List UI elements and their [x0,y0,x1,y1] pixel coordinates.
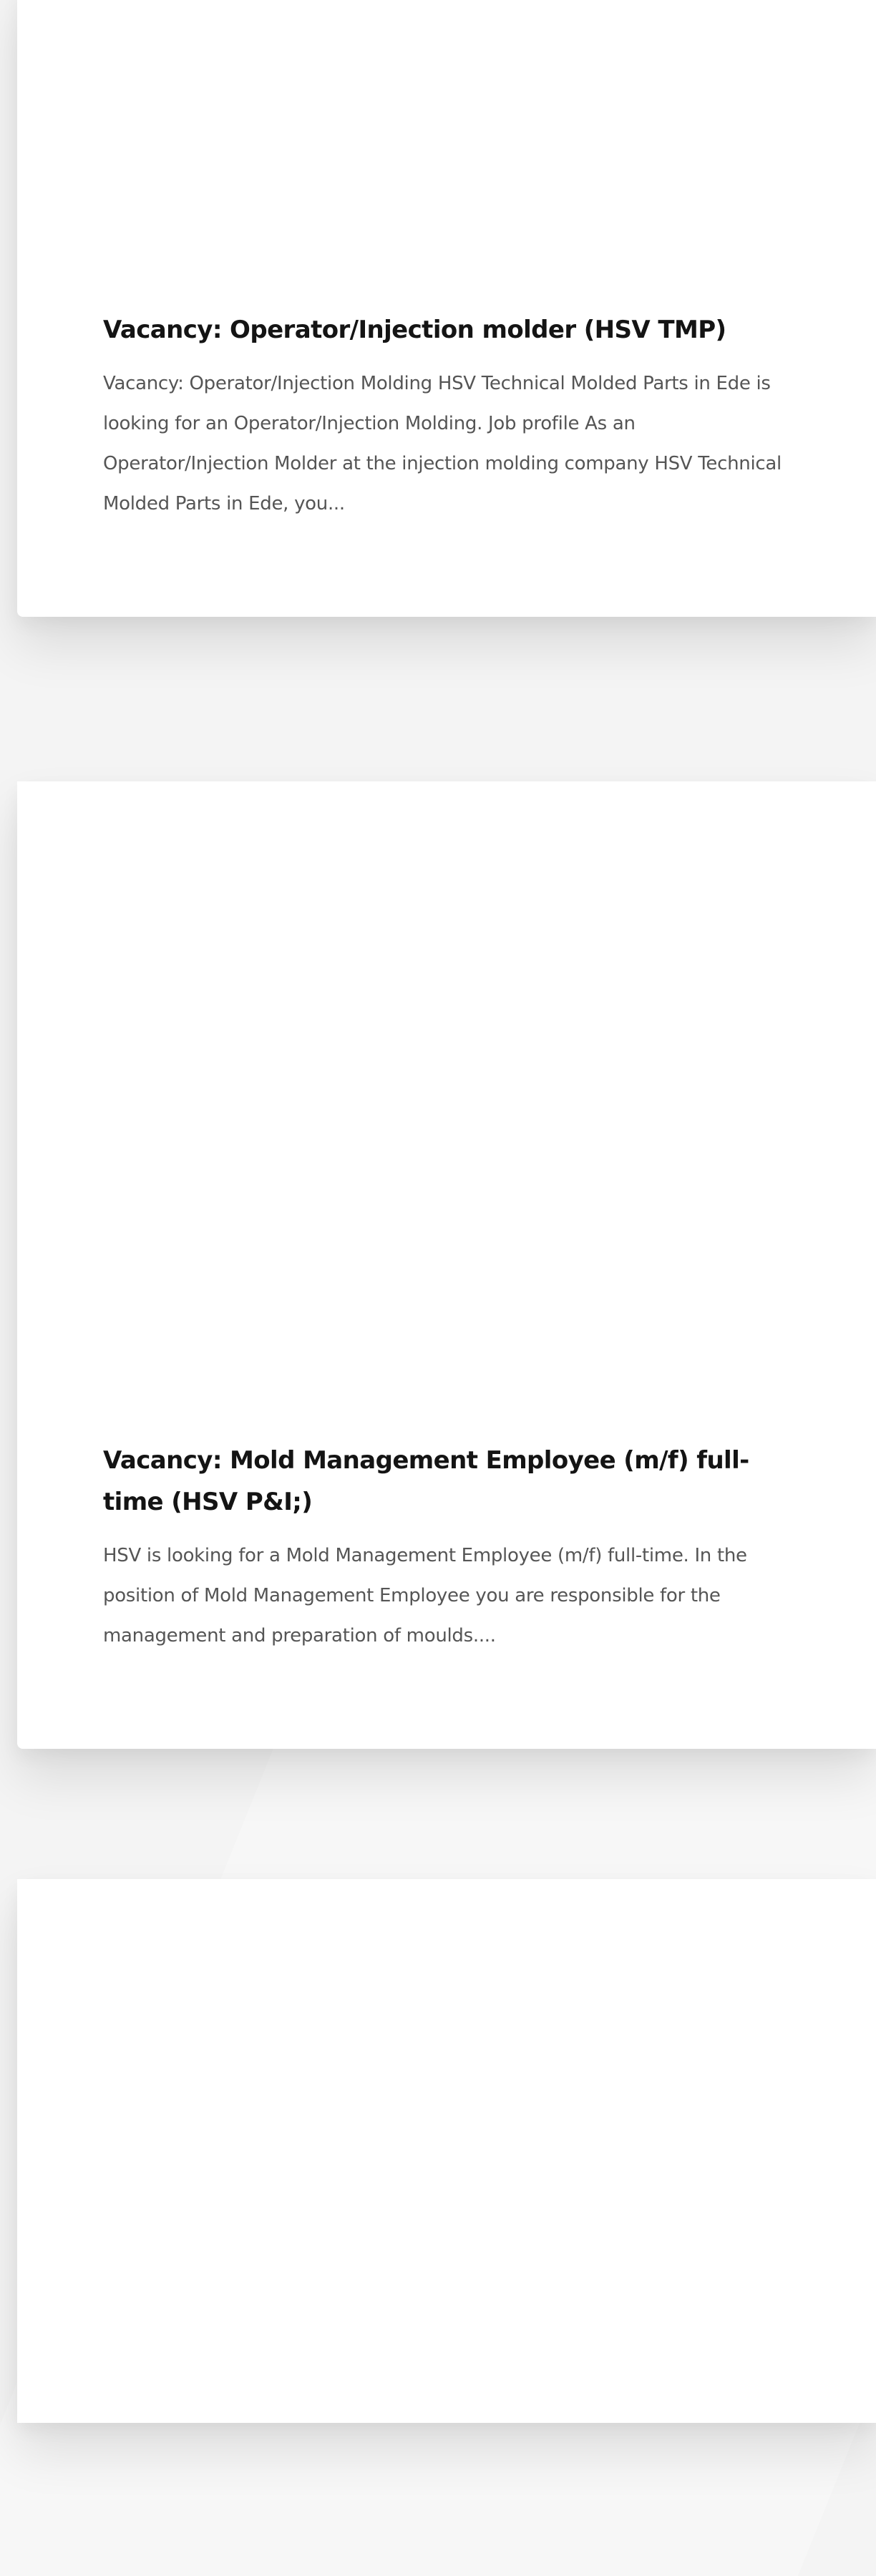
card-image[interactable] [17,781,876,1440]
card-body: Vacancy: Operator/Injection molder (HSV … [17,309,876,524]
card-excerpt: HSV is looking for a Mold Management Emp… [103,1545,747,1646]
vacancy-card[interactable] [17,1879,876,2423]
vacancy-card[interactable]: Vacancy: Operator/Injection molder (HSV … [17,0,876,617]
card-title[interactable]: Vacancy: Mold Management Employee (m/f) … [103,1440,790,1523]
card-title[interactable]: Vacancy: Operator/Injection molder (HSV … [103,309,790,351]
card-image[interactable] [17,1879,876,2423]
card-excerpt: Vacancy: Operator/Injection Molding HSV … [103,373,782,514]
vacancy-card[interactable]: Vacancy: Mold Management Employee (m/f) … [17,781,876,1749]
card-body: Vacancy: Mold Management Employee (m/f) … [17,1440,876,1656]
card-image[interactable] [17,0,876,309]
